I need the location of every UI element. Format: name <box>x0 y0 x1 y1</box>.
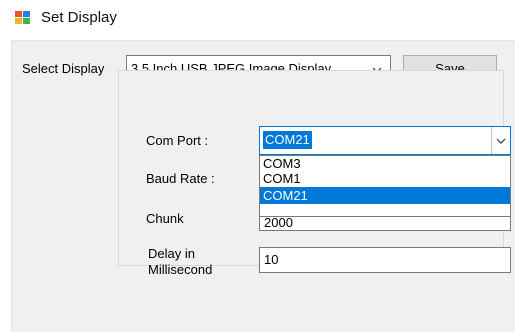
delay-label-line2: Millisecond <box>148 262 213 277</box>
chevron-down-icon <box>496 138 506 144</box>
baud-rate-label: Baud Rate : <box>146 171 215 186</box>
com-port-option-com21[interactable]: COM21 <box>260 187 510 204</box>
chunk-label: Chunk <box>146 211 184 226</box>
com-port-option-com3[interactable]: COM3 <box>260 156 510 171</box>
com-port-selected-value: COM21 <box>263 131 312 149</box>
com-port-label: Com Port : <box>146 133 209 148</box>
delay-input-value: 10 <box>264 252 279 267</box>
chunk-input-value: 2000 <box>264 215 293 230</box>
com-port-select[interactable]: COM21 <box>259 126 511 155</box>
com-port-dropdown-button[interactable] <box>491 127 510 154</box>
com-port-option-com1[interactable]: COM1 <box>260 171 510 186</box>
delay-label-line1: Delay in <box>148 246 195 261</box>
com-port-dropdown-list: COM3 COM1 COM21 <box>259 155 511 217</box>
select-display-label: Select Display <box>22 61 105 76</box>
window-app-icon <box>15 11 30 24</box>
title-bar: Set Display <box>0 0 515 36</box>
window-title: Set Display <box>41 9 117 26</box>
delay-input[interactable]: 10 <box>259 247 511 273</box>
